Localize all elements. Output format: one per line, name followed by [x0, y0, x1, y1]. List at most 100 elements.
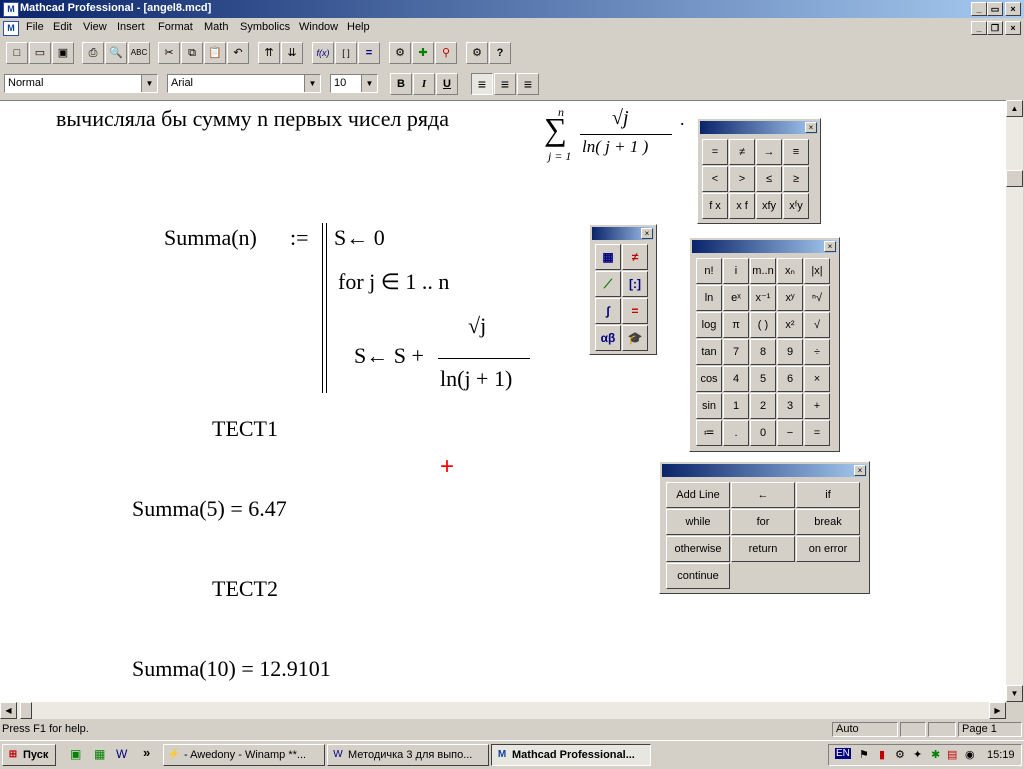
- test2-label[interactable]: ТЕСТ2: [212, 576, 278, 602]
- boolean-operator-button[interactable]: ≤: [756, 166, 782, 192]
- palette-title-bar[interactable]: ×: [592, 227, 654, 240]
- close-icon[interactable]: ×: [824, 241, 836, 252]
- calculator-key-button[interactable]: 8: [750, 339, 776, 365]
- mathcad-app-icon[interactable]: M: [3, 2, 19, 17]
- palette-title-bar[interactable]: ×: [700, 121, 818, 134]
- boolean-palette[interactable]: × = ≠ → ≡ < > ≤ ≥ f xx f xfy xᶠy: [697, 118, 821, 224]
- document-icon[interactable]: M: [3, 21, 19, 36]
- matrix-icon[interactable]: [:]: [622, 271, 648, 297]
- menu-window[interactable]: Window: [299, 21, 338, 33]
- calculator-key-button[interactable]: 9: [777, 339, 803, 365]
- insert-function-icon[interactable]: f(x): [312, 42, 334, 64]
- programming-operator-button[interactable]: return: [731, 536, 795, 562]
- tray-app-icon[interactable]: ◉: [965, 748, 975, 761]
- result-2[interactable]: Summa(10) = 12.9101: [132, 656, 331, 682]
- tray-app-icon[interactable]: ▤: [947, 748, 957, 761]
- calculator-key-button[interactable]: cos: [696, 366, 722, 392]
- horizontal-scrollbar[interactable]: ◀ ▶: [0, 702, 1006, 719]
- programming-operator-button[interactable]: ←: [731, 482, 795, 508]
- doc-restore-button[interactable]: ❐: [987, 21, 1003, 35]
- programming-operator-button[interactable]: for: [731, 509, 795, 535]
- calculator-key-button[interactable]: 3: [777, 393, 803, 419]
- programming-operator-button[interactable]: continue: [666, 563, 730, 589]
- programming-palette[interactable]: × Add Line ← if while for break otherwise retur…: [659, 461, 870, 594]
- scroll-up-icon[interactable]: ▲: [1006, 100, 1023, 117]
- quicklaunch-desktop-icon[interactable]: ▣: [70, 747, 81, 761]
- boolean-icon[interactable]: ≠: [622, 244, 648, 270]
- resource-center-icon[interactable]: ⚙: [466, 42, 488, 64]
- save-icon[interactable]: ▣: [52, 42, 74, 64]
- language-indicator[interactable]: EN: [835, 748, 851, 759]
- menu-edit[interactable]: Edit: [53, 21, 72, 33]
- menu-symbolics[interactable]: Symbolics: [240, 21, 290, 33]
- quicklaunch-excel-icon[interactable]: ▦: [94, 747, 105, 761]
- programming-operator-button[interactable]: while: [666, 509, 730, 535]
- calculator-key-button[interactable]: x⁻¹: [750, 285, 776, 311]
- calculator-key-button[interactable]: 0: [750, 420, 776, 446]
- tray-app-icon[interactable]: ⚙: [895, 748, 905, 761]
- programming-operator-button[interactable]: Add Line: [666, 482, 730, 508]
- boolean-operator-button[interactable]: =: [702, 139, 728, 165]
- greek-icon[interactable]: αβ: [595, 325, 621, 351]
- calculator-key-button[interactable]: |x|: [804, 258, 830, 284]
- style-select[interactable]: Normal ▼: [4, 74, 158, 93]
- font-size-select[interactable]: 10 ▼: [330, 74, 378, 93]
- graph-icon[interactable]: ⟋: [595, 271, 621, 297]
- font-select[interactable]: Arial ▼: [167, 74, 321, 93]
- new-icon[interactable]: □: [6, 42, 28, 64]
- align-right-icon[interactable]: ≡: [517, 73, 539, 95]
- calculator-key-button[interactable]: 5: [750, 366, 776, 392]
- calculator-key-button[interactable]: i: [723, 258, 749, 284]
- copy-icon[interactable]: ⧉: [181, 42, 203, 64]
- calculator-key-button[interactable]: .: [723, 420, 749, 446]
- test1-label[interactable]: ТЕСТ1: [212, 416, 278, 442]
- quicklaunch-more[interactable]: »: [143, 745, 150, 760]
- calculator-key-button[interactable]: ⁿ√: [804, 285, 830, 311]
- programming-operator-button[interactable]: on error: [796, 536, 860, 562]
- doc-close-button[interactable]: ×: [1005, 21, 1021, 35]
- function-name[interactable]: Summa(n): [164, 225, 257, 251]
- programming-icon[interactable]: 🎓: [622, 325, 648, 351]
- spell-check-icon[interactable]: ABC: [128, 42, 150, 64]
- program-line-3[interactable]: S← S +: [354, 343, 424, 369]
- align-down-icon[interactable]: ⇊: [281, 42, 303, 64]
- programming-operator-button[interactable]: otherwise: [666, 536, 730, 562]
- scroll-thumb[interactable]: [1006, 170, 1023, 187]
- close-button[interactable]: ×: [1005, 2, 1021, 16]
- maximize-button[interactable]: ▭: [987, 2, 1003, 16]
- italic-button[interactable]: I: [413, 73, 435, 95]
- boolean-operator-button[interactable]: <: [702, 166, 728, 192]
- calculator-key-button[interactable]: ≔: [696, 420, 722, 446]
- insert-unit-icon[interactable]: [ ]: [335, 42, 357, 64]
- calculator-key-button[interactable]: 6: [777, 366, 803, 392]
- calculator-key-button[interactable]: sin: [696, 393, 722, 419]
- boolean-operator-button[interactable]: xᶠy: [783, 193, 809, 219]
- close-icon[interactable]: ×: [854, 465, 866, 476]
- boolean-operator-button[interactable]: x f: [729, 193, 755, 219]
- menu-insert[interactable]: Insert: [117, 21, 145, 33]
- result-1[interactable]: Summa(5) = 6.47: [132, 496, 287, 522]
- bold-button[interactable]: B: [390, 73, 412, 95]
- task-word-document[interactable]: W Методичка 3 для выпо...: [327, 744, 489, 766]
- calculator-key-button[interactable]: xₙ: [777, 258, 803, 284]
- tray-app-icon[interactable]: ▮: [879, 748, 885, 761]
- component-icon[interactable]: ⚙: [389, 42, 411, 64]
- calculator-key-button[interactable]: ln: [696, 285, 722, 311]
- scroll-right-icon[interactable]: ▶: [989, 702, 1006, 719]
- boolean-operator-button[interactable]: ≡: [783, 139, 809, 165]
- menu-file[interactable]: File: [26, 21, 44, 33]
- calculator-key-button[interactable]: =: [804, 420, 830, 446]
- program-line-2[interactable]: for j ∈ 1 .. n: [338, 269, 449, 295]
- calculator-key-button[interactable]: m..n: [750, 258, 776, 284]
- tray-app-icon[interactable]: ✦: [913, 748, 922, 761]
- scroll-down-icon[interactable]: ▼: [1006, 685, 1023, 702]
- close-icon[interactable]: ×: [641, 228, 653, 239]
- boolean-operator-button[interactable]: >: [729, 166, 755, 192]
- start-button[interactable]: ⊞ Пуск: [2, 744, 56, 766]
- chevron-down-icon[interactable]: ▼: [361, 75, 377, 92]
- palette-title-bar[interactable]: ×: [662, 464, 867, 477]
- calculator-key-button[interactable]: −: [777, 420, 803, 446]
- calculator-key-button[interactable]: n!: [696, 258, 722, 284]
- boolean-operator-button[interactable]: xfy: [756, 193, 782, 219]
- vertical-scrollbar[interactable]: ▲ ▼: [1006, 100, 1023, 702]
